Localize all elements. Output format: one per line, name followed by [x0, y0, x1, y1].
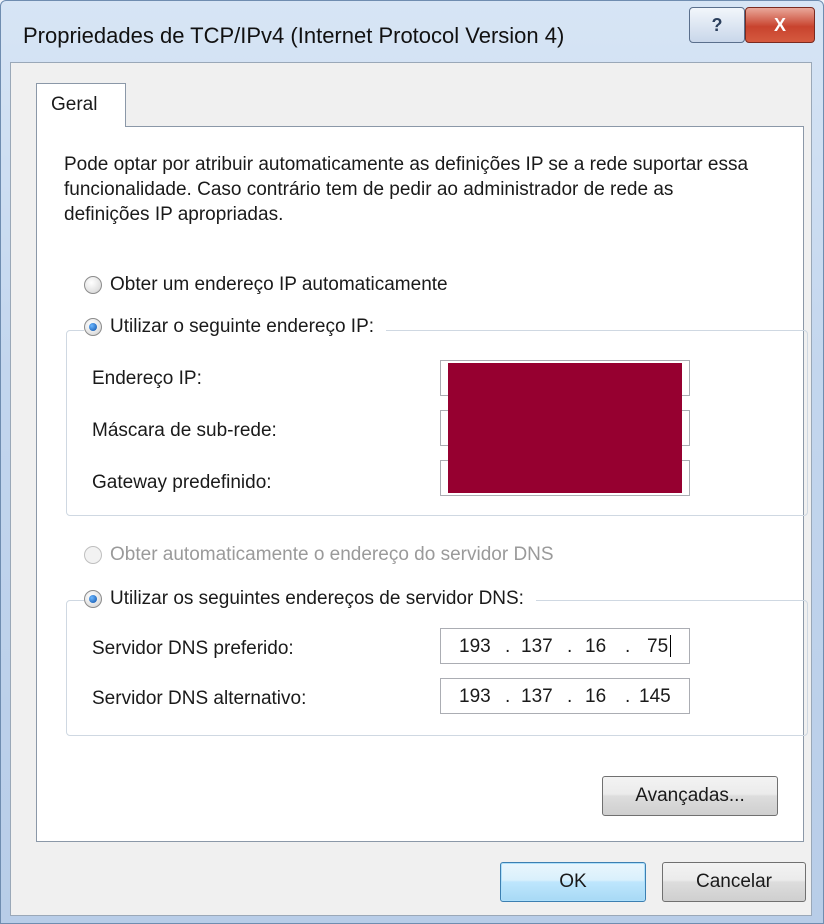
close-button[interactable]: X	[745, 7, 815, 43]
help-button[interactable]: ?	[689, 7, 745, 43]
subnet-mask-label: Máscara de sub-rede:	[92, 420, 277, 441]
alternate-dns-label: Servidor DNS alternativo:	[92, 688, 307, 709]
radio-button[interactable]	[84, 276, 102, 294]
tab-geral[interactable]: Geral	[36, 83, 126, 127]
radio-label: Utilizar os seguintes endereços de servi…	[110, 588, 524, 609]
ip-octet: 193	[459, 686, 491, 707]
description-text: Pode optar por atribuir automaticamente …	[64, 154, 749, 225]
radio-dot-icon	[89, 595, 97, 603]
ip-dot: .	[505, 636, 511, 657]
ip-dot: .	[625, 686, 631, 707]
ip-octet: 137	[521, 686, 553, 707]
radio-label: Utilizar o seguinte endereço IP:	[110, 316, 375, 337]
radio-dns-auto: Obter automaticamente o endereço do serv…	[84, 544, 566, 566]
ip-octet: 16	[585, 686, 607, 707]
radio-button-selected[interactable]	[84, 318, 102, 336]
advanced-button[interactable]: Avançadas...	[602, 776, 778, 816]
ip-address-label: Endereço IP:	[92, 368, 202, 389]
radio-dns-manual[interactable]: Utilizar os seguintes endereços de servi…	[84, 588, 536, 610]
dns-group-box	[66, 600, 808, 736]
radio-label: Obter um endereço IP automaticamente	[110, 274, 448, 295]
radio-ip-auto[interactable]: Obter um endereço IP automaticamente	[84, 274, 460, 296]
ok-button[interactable]: OK	[500, 862, 646, 902]
cancel-button[interactable]: Cancelar	[662, 862, 806, 902]
preferred-dns-field[interactable]: 193 . 137 . 16 . 75	[440, 628, 690, 664]
ip-dot: .	[625, 636, 631, 657]
radio-button-disabled	[84, 546, 102, 564]
close-icon: X	[773, 14, 786, 35]
radio-dot-icon	[89, 323, 97, 331]
tab-label: Geral	[51, 94, 98, 115]
ip-octet: 137	[521, 636, 553, 657]
ip-octet: 193	[459, 636, 491, 657]
window-title: Propriedades de TCP/IPv4 (Internet Proto…	[23, 23, 565, 48]
ip-dot: .	[505, 686, 511, 707]
ip-octet: 145	[639, 686, 671, 707]
text-caret	[670, 635, 671, 657]
help-icon: ?	[711, 14, 723, 35]
ip-dot: .	[567, 686, 573, 707]
radio-button-selected[interactable]	[84, 590, 102, 608]
ip-octet: 75	[647, 636, 669, 657]
ip-octet: 16	[585, 636, 607, 657]
radio-ip-manual[interactable]: Utilizar o seguinte endereço IP:	[84, 316, 387, 338]
gateway-label: Gateway predefinido:	[92, 472, 272, 493]
redaction-block	[448, 363, 682, 493]
preferred-dns-label: Servidor DNS preferido:	[92, 638, 294, 659]
radio-label: Obter automaticamente o endereço do serv…	[110, 544, 554, 565]
ip-dot: .	[567, 636, 573, 657]
alternate-dns-field[interactable]: 193 . 137 . 16 . 145	[440, 678, 690, 714]
